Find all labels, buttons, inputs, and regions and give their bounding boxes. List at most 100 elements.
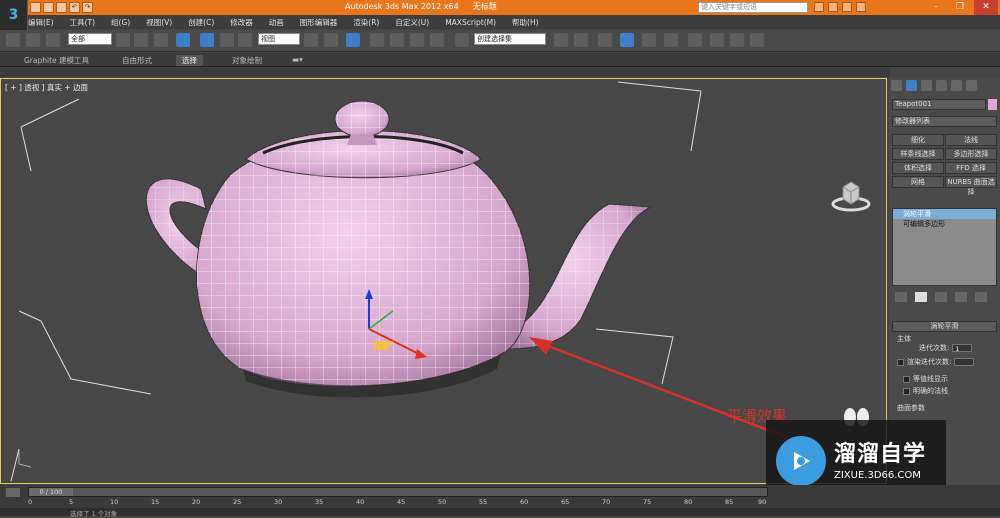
menu-customize[interactable]: 自定义(U) [395,17,429,28]
rotate-icon[interactable] [220,33,234,47]
subscription-icon[interactable] [828,2,838,12]
menu-create[interactable]: 创建(C) [188,17,214,28]
render-iters-spinner[interactable] [954,358,975,366]
tab-object-paint[interactable]: 对象绘制 [232,55,262,66]
viewport-label[interactable]: [ + ] 透视 ] 真实 + 边面 [5,82,88,93]
select-by-name-icon[interactable] [134,33,148,47]
redo-icon[interactable]: ↷ [82,2,93,13]
display-tab-icon[interactable] [951,80,962,91]
material-editor-icon[interactable] [688,33,702,47]
menu-help[interactable]: 帮助(H) [512,17,539,28]
align-icon[interactable] [574,33,588,47]
isoline-label: 等值线显示 [913,375,948,383]
modifier-list-dropdown[interactable]: 修改器列表 [892,116,997,127]
mirror-icon[interactable] [554,33,568,47]
object-color-swatch[interactable] [988,99,997,110]
tick-10: 10 [110,498,119,506]
timeline-ruler[interactable]: 0 5 10 15 20 25 30 35 40 45 50 55 60 65 … [28,498,768,507]
create-tab-icon[interactable] [891,80,902,91]
modifier-button-4[interactable]: 多边形选择 [945,148,997,160]
tab-freeform[interactable]: 自由形式 [122,55,152,66]
render-teapot-icon[interactable] [750,33,764,47]
move-icon[interactable] [200,33,214,47]
rollout-turbosmooth[interactable]: 涡轮平滑 [892,321,997,332]
hierarchy-tab-icon[interactable] [921,80,932,91]
stack-item-editable-poly[interactable]: 可编辑多边形 [893,219,996,229]
isoline-checkbox[interactable] [903,375,910,383]
close-button[interactable]: ✕ [974,0,998,15]
search-input[interactable]: 键入关键字或短语 [698,2,808,13]
menu-view[interactable]: 视图(V) [146,17,172,28]
make-unique-icon[interactable] [935,292,947,302]
menu-group[interactable]: 组(G) [111,17,130,28]
mini-curve-editor-icon[interactable] [6,488,20,497]
menu-graph-editors[interactable]: 图形编辑器 [300,17,338,28]
render-iters-checkbox[interactable] [897,358,904,366]
menu-maxscript[interactable]: MAXScript(M) [445,18,496,27]
time-slider[interactable]: 0 / 100 [28,487,768,497]
menu-edit[interactable]: 编辑(E) [28,17,54,28]
link-icon[interactable] [6,33,20,47]
new-file-icon[interactable] [30,2,41,13]
select-manipulate-icon[interactable] [324,33,338,47]
spinner-snap-icon[interactable] [430,33,444,47]
utilities-tab-icon[interactable] [966,80,977,91]
undo-icon[interactable]: ↶ [69,2,80,13]
schematic-view-icon[interactable] [664,33,678,47]
selection-filter-dropdown[interactable]: 全部 [68,33,112,45]
explicit-normals-checkbox[interactable] [903,387,910,395]
bind-space-warp-icon[interactable] [46,33,60,47]
restore-button[interactable]: ❐ [948,0,972,15]
motion-tab-icon[interactable] [936,80,947,91]
modifier-button-8[interactable]: NURBS 曲面选择 [945,176,997,196]
edit-named-sets-icon[interactable] [455,33,469,47]
modifier-button-6[interactable]: FFD 选择 [945,162,997,174]
modifier-button-1[interactable]: 细化 [892,134,944,146]
layer-manager-icon[interactable] [598,33,612,47]
snap-toggle-icon[interactable] [370,33,384,47]
remove-modifier-icon[interactable] [955,292,967,302]
binoculars-icon[interactable] [814,2,824,12]
app-logo-icon[interactable]: 3 [0,0,28,30]
star-icon[interactable] [842,2,852,12]
curve-editor-icon[interactable] [642,33,656,47]
show-end-result-icon[interactable] [915,292,927,302]
pin-stack-icon[interactable] [895,292,907,302]
object-name-field[interactable]: Teapot001 [892,99,986,110]
modifier-button-5[interactable]: 体积选择 [892,162,944,174]
unlink-icon[interactable] [26,33,40,47]
tab-graphite-modeling[interactable]: Graphite 建模工具 [24,55,89,66]
tab-selection[interactable]: 选择 [176,55,203,66]
stack-item-turbosmooth[interactable]: 涡轮平滑 [893,209,996,219]
iterations-spinner[interactable]: 1 [952,344,973,353]
keyboard-shortcut-icon[interactable] [346,33,360,47]
viewcube-icon[interactable] [831,177,871,215]
minimize-button[interactable]: – [924,0,948,15]
rendered-frame-icon[interactable] [730,33,744,47]
named-selection-dropdown[interactable]: 创建选择集 [474,33,546,45]
graphite-toggle-icon[interactable] [620,33,634,47]
modifier-button-3[interactable]: 样条线选择 [892,148,944,160]
save-file-icon[interactable] [56,2,67,13]
select-object-icon[interactable] [116,33,130,47]
modifier-button-7[interactable]: 网格 [892,176,944,188]
scale-icon[interactable] [238,33,252,47]
angle-snap-icon[interactable] [390,33,404,47]
configure-sets-icon[interactable] [975,292,987,302]
menu-modifiers[interactable]: 修改器 [230,17,253,28]
time-slider-thumb[interactable]: 0 / 100 [29,488,73,496]
help-icon[interactable] [856,2,866,12]
open-file-icon[interactable] [43,2,54,13]
pivot-center-icon[interactable] [304,33,318,47]
reference-coord-dropdown[interactable]: 视图 [258,33,300,45]
window-crossing-icon[interactable] [176,33,190,47]
modify-tab-icon[interactable] [906,80,917,91]
render-setup-icon[interactable] [710,33,724,47]
menu-rendering[interactable]: 渲染(R) [353,17,379,28]
menu-animation[interactable]: 动画 [269,17,284,28]
modifier-button-2[interactable]: 法线 [945,134,997,146]
ribbon-options-icon[interactable]: ▬▾ [292,55,303,64]
menu-tools[interactable]: 工具(T) [70,17,95,28]
rect-selection-icon[interactable] [154,33,168,47]
percent-snap-icon[interactable] [410,33,424,47]
